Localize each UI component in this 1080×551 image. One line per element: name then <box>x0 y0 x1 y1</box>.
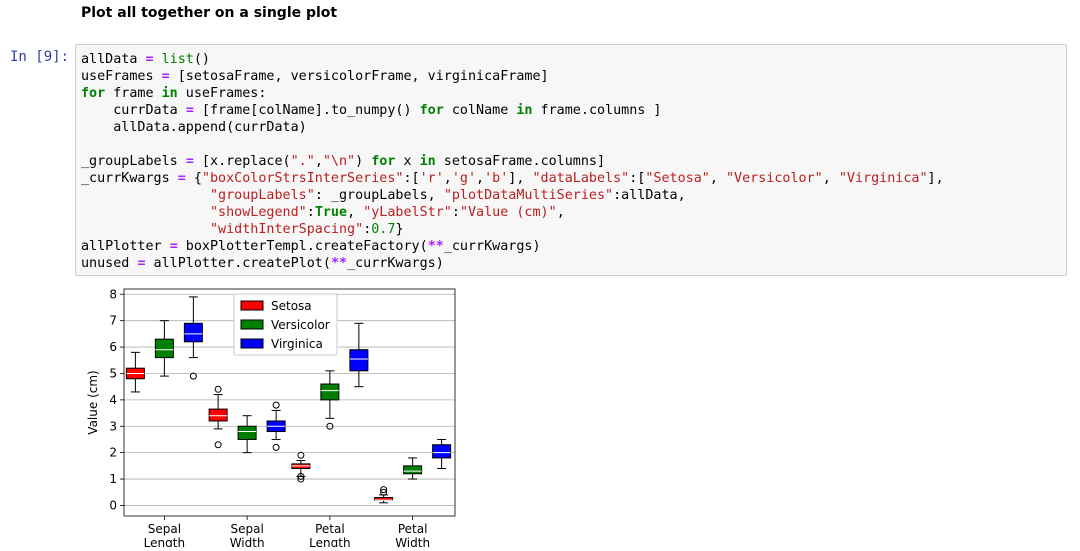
legend-swatch <box>240 338 264 349</box>
outlier-point <box>214 441 222 449</box>
box <box>349 349 369 372</box>
x-tick-label: Sepal <box>148 522 181 536</box>
y-tick-label: 6 <box>109 340 117 354</box>
code-line: for frame in useFrames: <box>81 86 267 101</box>
x-tick-label: Length <box>309 536 350 547</box>
x-tick-label: Sepal <box>230 522 263 536</box>
y-tick-label: 1 <box>109 472 117 486</box>
box <box>403 465 423 475</box>
x-tick-label: Petal <box>398 522 428 536</box>
box <box>237 425 257 440</box>
code-line: allPlotter = boxPlotterTempl.createFacto… <box>81 239 541 254</box>
section-heading: Plot all together on a single plot <box>81 5 338 21</box>
outlier-point <box>297 451 305 459</box>
y-tick-label: 2 <box>109 446 117 460</box>
y-tick-label: 8 <box>109 287 117 301</box>
code-line: currData = [frame[colName].to_numpy() fo… <box>81 103 662 118</box>
code-line: _groupLabels = [x.replace(".","\n") for … <box>81 154 606 169</box>
x-tick-label: Length <box>144 536 185 547</box>
y-axis-label: Value (cm) <box>86 370 100 434</box>
code-line: useFrames = [setosaFrame, versicolorFram… <box>81 69 549 84</box>
code-editor[interactable]: allData = list() useFrames = [setosaFram… <box>81 51 944 272</box>
legend-label: Setosa <box>271 299 312 313</box>
y-tick-label: 7 <box>109 314 117 328</box>
x-tick-label: Width <box>395 536 430 547</box>
box <box>432 444 452 459</box>
code-line: "groupLabels": _groupLabels, "plotDataMu… <box>210 188 686 203</box>
legend-swatch <box>240 300 264 311</box>
outlier-point <box>189 372 197 380</box>
box <box>183 322 203 343</box>
legend-label: Virginica <box>271 337 323 351</box>
code-line: "widthInterSpacing":0.7} <box>210 222 404 237</box>
code-line: allData = list() <box>81 52 210 67</box>
box-plot-chart: 012345678Value (cm)SepalLengthSepalWidth… <box>86 287 456 550</box>
code-line: allData.append(currData) <box>81 120 307 135</box>
y-tick-label: 3 <box>109 419 117 433</box>
y-tick-label: 4 <box>109 393 117 407</box>
box <box>320 383 340 401</box>
y-tick-label: 5 <box>109 366 117 380</box>
code-cell[interactable]: allData = list() useFrames = [setosaFram… <box>75 44 1067 276</box>
box <box>208 408 228 422</box>
outlier-point <box>272 401 280 409</box>
outlier-point <box>214 385 222 393</box>
cell-prompt: In [9]: <box>10 49 70 65</box>
legend-swatch <box>240 319 264 330</box>
code-line: "showLegend":True, "yLabelStr":"Value (c… <box>210 205 565 220</box>
code-line: _currKwargs = {"boxColorStrsInterSeries"… <box>81 171 944 186</box>
legend-label: Versicolor <box>271 318 330 332</box>
box <box>154 338 174 359</box>
x-tick-label: Petal <box>315 522 345 536</box>
code-line: unused = allPlotter.createPlot(**_currKw… <box>81 256 444 271</box>
x-tick-label: Width <box>230 536 265 547</box>
cell-output: 0 1 2 3 4 5 6 7 8 Value (cm) Sepal Length Sepal Width… <box>82 284 462 550</box>
y-tick-label: 0 <box>109 498 117 512</box>
outlier-point <box>272 443 280 451</box>
